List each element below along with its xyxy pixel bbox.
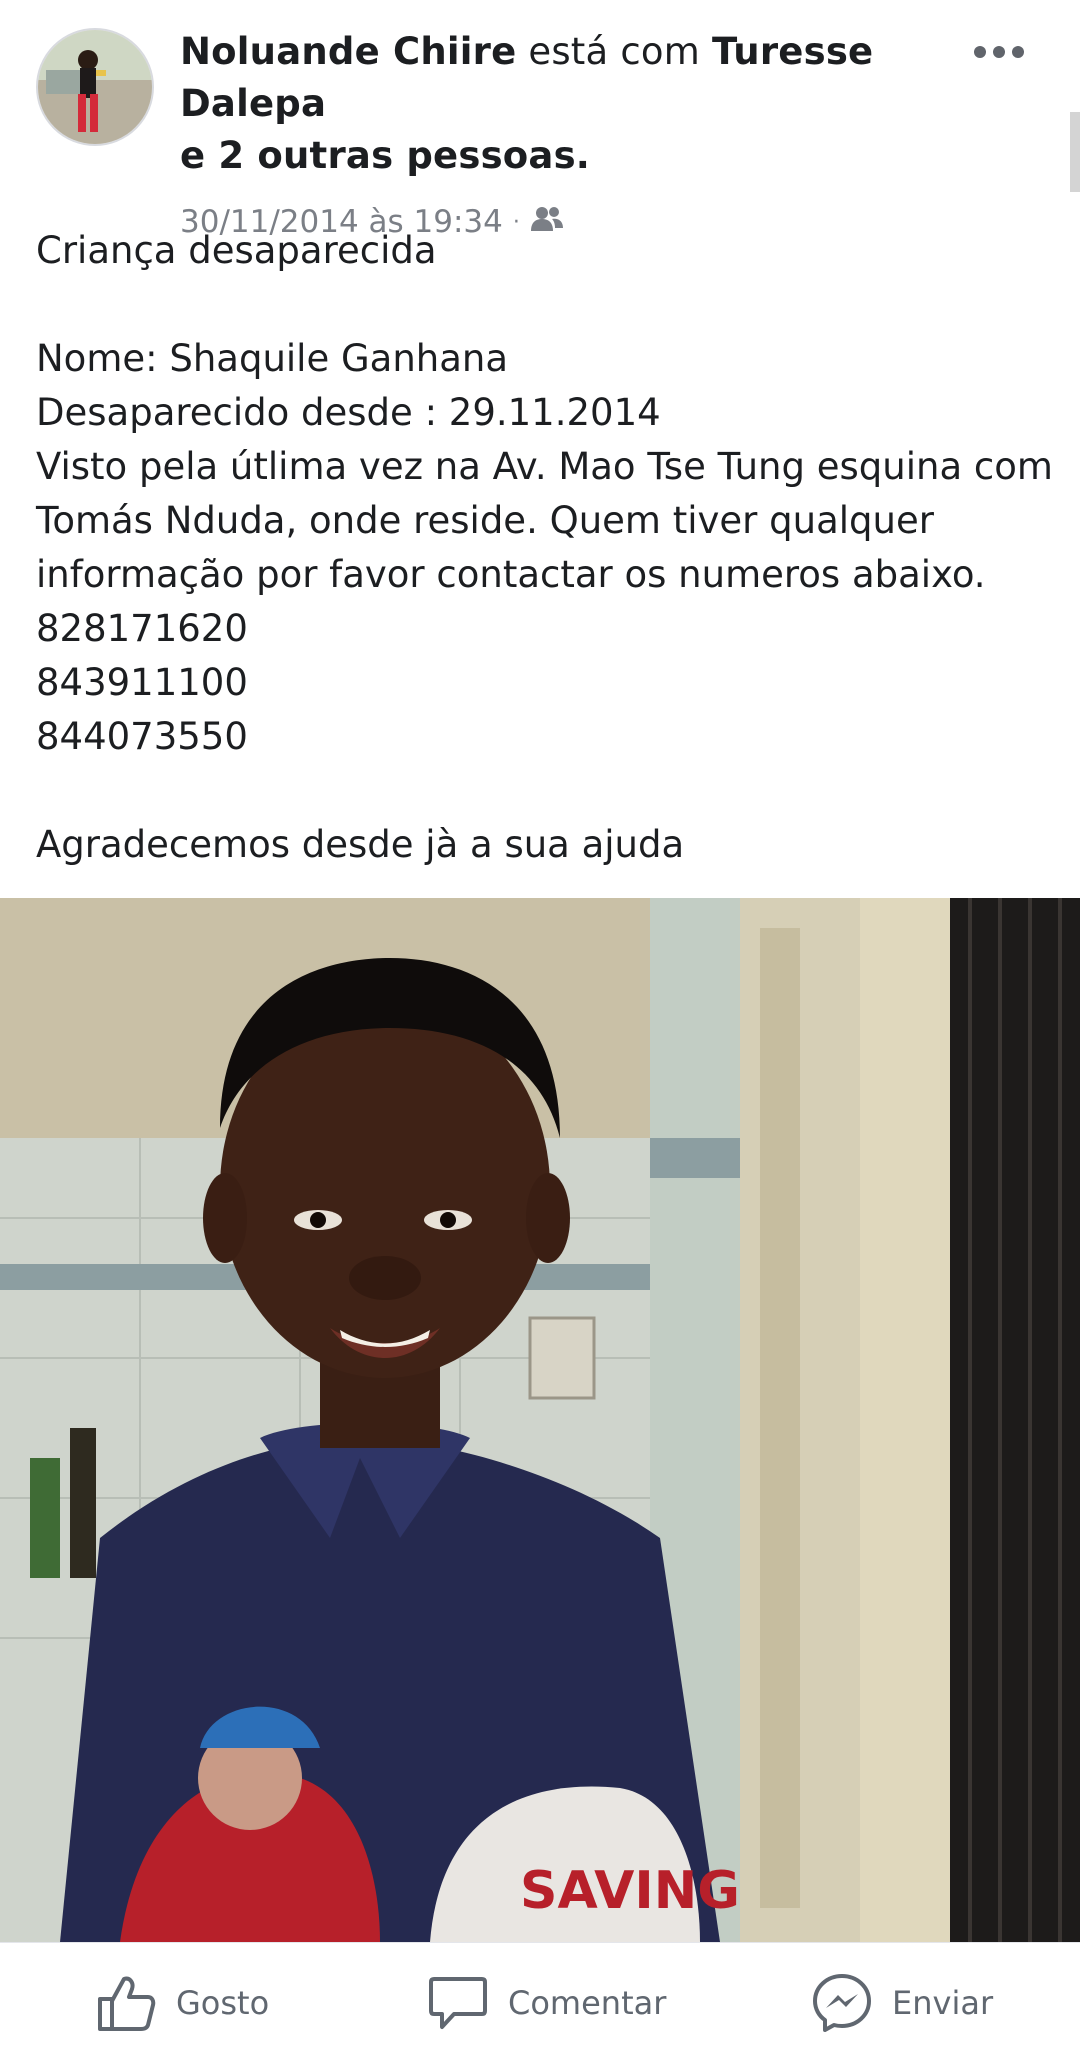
post-header-text: Noluande Chiire está com Turesse Dalepa … (180, 26, 940, 240)
svg-text:SAVING: SAVING (520, 1861, 740, 1921)
author-avatar[interactable] (36, 28, 154, 146)
connector-text: está com (528, 30, 700, 73)
like-label: Gosto (176, 1984, 270, 2022)
comment-label: Comentar (508, 1984, 667, 2022)
send-label: Enviar (892, 1984, 994, 2022)
phone-number-3[interactable]: 844073550 (36, 710, 1046, 764)
messenger-icon (812, 1973, 872, 2033)
post-header: Noluande Chiire está com Turesse Dalepa … (0, 0, 1080, 240)
send-button[interactable]: Enviar (812, 1973, 993, 2033)
more-options-icon[interactable] (974, 42, 1024, 62)
post-title: Noluande Chiire está com Turesse Dalepa … (180, 26, 940, 182)
others-link[interactable]: e 2 outras pessoas. (180, 134, 590, 177)
thumbs-up-icon (96, 1973, 156, 2033)
seen-line-2: Tomás Nduda, onde reside. Quem tiver qua… (36, 499, 934, 542)
comment-button[interactable]: Comentar (428, 1973, 666, 2033)
phone-number-2[interactable]: 843911100 (36, 656, 1046, 710)
post-body: Criança desaparecida Nome: Shaquile Ganh… (36, 224, 1053, 872)
author-name[interactable]: Noluande Chiire (180, 30, 516, 73)
closing-line: Agradecemos desde jà a sua ajuda (36, 823, 685, 866)
post-heading: Criança desaparecida (36, 229, 437, 272)
comment-icon (428, 1973, 488, 2033)
scrollbar[interactable] (1070, 112, 1080, 192)
seen-line-3: informação por favor contactar os numero… (36, 553, 986, 596)
name-line: Nome: Shaquile Ganhana (36, 337, 509, 380)
seen-line-1: Visto pela útlima vez na Av. Mao Tse Tun… (36, 445, 1053, 488)
phone-number-1[interactable]: 828171620 (36, 602, 1046, 656)
post-photo[interactable]: SAVING (0, 898, 1080, 1942)
action-bar: Gosto Comentar Enviar (0, 1942, 1080, 2061)
since-line: Desaparecido desde : 29.11.2014 (36, 391, 661, 434)
like-button[interactable]: Gosto (96, 1973, 269, 2033)
